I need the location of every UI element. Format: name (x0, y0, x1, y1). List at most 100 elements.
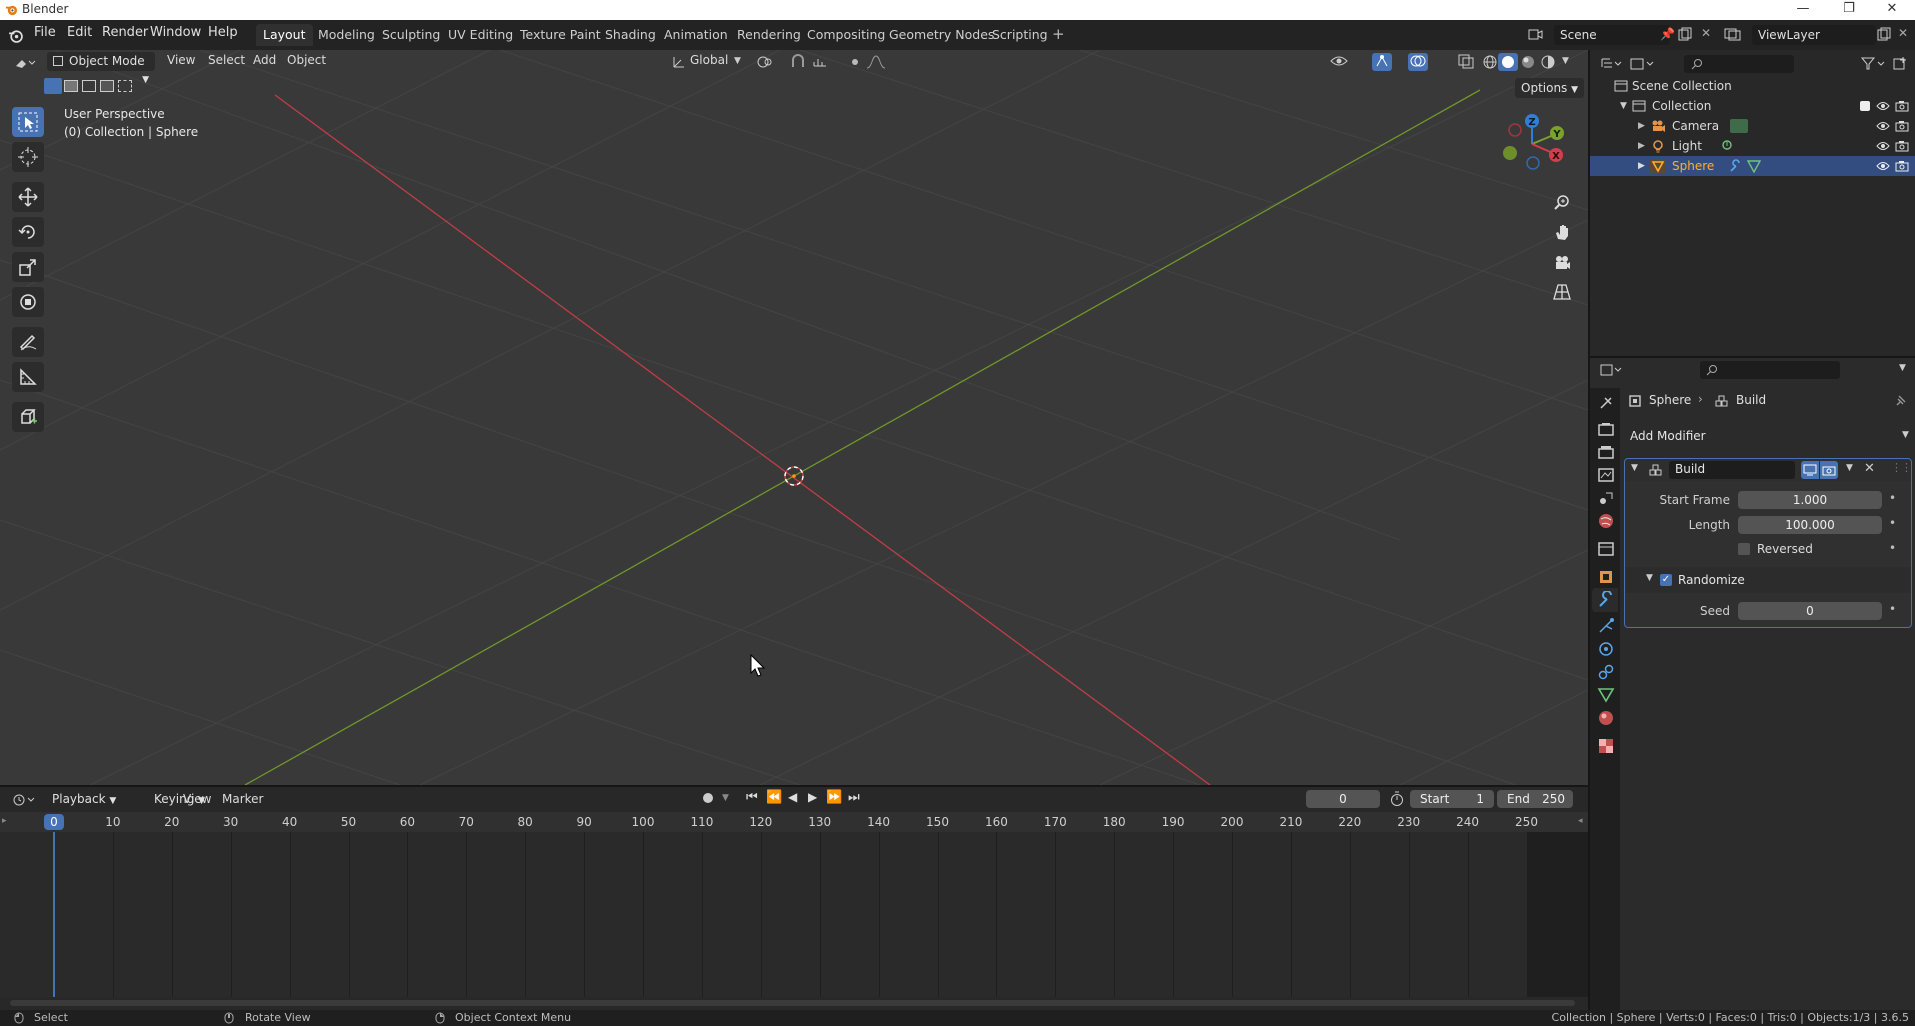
zoom-icon[interactable] (1550, 191, 1574, 215)
keyframe-dot-icon[interactable]: • (1889, 491, 1896, 505)
scene-icon[interactable] (1528, 27, 1544, 42)
timeline-editor-type-icon[interactable] (12, 793, 36, 807)
start-frame-range-field[interactable]: Start 1 (1410, 790, 1494, 808)
close-icon[interactable]: ✕ (1869, 0, 1915, 20)
add-workspace-icon[interactable]: + (1052, 25, 1065, 43)
camera-render-icon[interactable] (1895, 100, 1909, 112)
tab-uv-editing[interactable]: UV Editing (441, 24, 520, 46)
start-frame-field[interactable]: 1.000 (1738, 491, 1882, 509)
tab-animation[interactable]: Animation (657, 24, 735, 46)
expand-icon[interactable]: ▶ (1638, 136, 1645, 156)
tab-modeling[interactable]: Modeling (311, 24, 382, 46)
view-layer-icon[interactable] (1724, 27, 1742, 41)
length-field[interactable]: 100.000 (1738, 516, 1882, 534)
transform-tool[interactable] (12, 287, 44, 317)
annotate-tool[interactable] (12, 327, 44, 357)
delete-scene-icon[interactable]: ✕ (1701, 26, 1711, 40)
expand-icon[interactable]: ▶ (1638, 116, 1645, 136)
add-cube-tool[interactable] (12, 402, 44, 432)
drag-handle-icon[interactable]: ⋮⋮ (1891, 461, 1912, 474)
outliner-row-collection[interactable]: ▼ Collection (1590, 96, 1915, 116)
mesh-data-icon[interactable] (1747, 159, 1761, 173)
seed-field[interactable]: 0 (1738, 602, 1882, 620)
tool-tab-icon[interactable] (1597, 394, 1615, 412)
3d-viewport[interactable]: Object Mode ▼ View Select Add Object Glob… (0, 50, 1588, 785)
modifier-name-field[interactable]: Build (1669, 461, 1795, 479)
outliner-row-sphere[interactable]: ▶ Sphere (1590, 156, 1915, 176)
keyframe-dot-icon[interactable]: • (1889, 516, 1896, 530)
tab-compositing[interactable]: Compositing (800, 24, 892, 46)
data-tab-icon[interactable] (1597, 686, 1615, 704)
select-intersect-icon[interactable] (118, 80, 132, 92)
randomize-checkbox[interactable]: ✓ (1660, 574, 1672, 586)
menu-file[interactable]: File (34, 25, 56, 40)
auto-keying-icon[interactable] (703, 793, 713, 803)
camera-view-icon[interactable] (1550, 251, 1574, 275)
navigation-gizmo[interactable]: Z Y X (1490, 110, 1570, 178)
outliner-row-camera[interactable]: ▶ Camera (1590, 116, 1915, 136)
minimize-icon[interactable]: — (1780, 0, 1826, 20)
playback-dropdown[interactable]: Playback ▼ (46, 790, 122, 809)
menu-object[interactable]: Object (287, 53, 326, 67)
light-data-icon[interactable] (1720, 139, 1734, 153)
keyframe-dot-icon[interactable]: • (1889, 541, 1896, 555)
tab-geometry-nodes[interactable]: Geometry Nodes (882, 24, 1001, 46)
texture-tab-icon[interactable] (1597, 737, 1615, 755)
subpanel-collapse-icon[interactable]: ▼ (1646, 573, 1653, 583)
eye-icon[interactable] (1876, 120, 1890, 132)
particles-tab-icon[interactable] (1597, 617, 1615, 635)
transform-orientation-dropdown[interactable]: Global (690, 53, 728, 67)
properties-search-input[interactable] (1700, 361, 1840, 379)
mode-dropdown[interactable]: Object Mode ▼ (47, 52, 155, 85)
scale-tool[interactable] (12, 252, 44, 282)
menu-window[interactable]: Window (150, 25, 201, 40)
prev-keyframe-icon[interactable]: ⏪ (766, 790, 782, 805)
pin-icon[interactable] (1894, 394, 1908, 408)
collection-tab-icon[interactable] (1597, 540, 1615, 558)
menu-render[interactable]: Render (102, 25, 148, 40)
modifier-tab-icon[interactable] (1597, 591, 1615, 609)
camera-render-icon[interactable] (1895, 120, 1909, 132)
menu-add[interactable]: Add (253, 53, 276, 67)
snap-target-icon[interactable] (812, 54, 830, 69)
modifier-wrench-icon[interactable] (1728, 159, 1742, 173)
cursor-tool[interactable] (12, 142, 44, 172)
dopesheet-area[interactable] (0, 832, 1588, 997)
rotate-tool[interactable] (12, 217, 44, 247)
perspective-toggle-icon[interactable] (1550, 280, 1574, 304)
jump-start-icon[interactable]: ⏮ (746, 790, 758, 805)
timeline-menu-view[interactable]: View (183, 792, 211, 806)
select-box-tool[interactable] (12, 107, 44, 137)
randomize-subpanel-header[interactable]: ▼ ✓ Randomize (1626, 567, 1911, 593)
material-shading-icon[interactable] (1520, 54, 1536, 70)
view-layer-field[interactable]: ViewLayer (1752, 25, 1876, 45)
filter-icon[interactable] (1861, 56, 1887, 71)
restore-icon[interactable]: ❐ (1826, 0, 1872, 20)
collapse-icon[interactable]: ▼ (1620, 96, 1627, 116)
jump-end-icon[interactable]: ⏭ (848, 790, 860, 805)
eye-icon[interactable] (1876, 160, 1890, 172)
select-new-icon[interactable] (44, 78, 62, 94)
falloff-icon[interactable] (866, 55, 890, 69)
play-icon[interactable]: ▶ (808, 790, 817, 804)
modifier-collapse-icon[interactable]: ▼ (1631, 463, 1638, 473)
playhead-frame[interactable]: 0 (44, 814, 64, 830)
view-layer-tab-icon[interactable] (1597, 466, 1615, 484)
object-tab-icon[interactable] (1597, 568, 1615, 586)
menu-edit[interactable]: Edit (67, 25, 92, 40)
timeline-menu-marker[interactable]: Marker (222, 792, 263, 806)
constraints-tab-icon[interactable] (1597, 663, 1615, 681)
tab-scripting[interactable]: Scripting (985, 24, 1055, 46)
select-extend-icon[interactable] (64, 80, 78, 92)
pan-hand-icon[interactable] (1550, 221, 1574, 245)
remove-modifier-icon[interactable]: ✕ (1864, 461, 1875, 476)
tab-sculpting[interactable]: Sculpting (375, 24, 447, 46)
snap-icon[interactable] (790, 54, 806, 69)
menu-select[interactable]: Select (208, 53, 245, 67)
keying-options-chevron-icon[interactable]: ▼ (722, 793, 729, 803)
measure-tool[interactable] (12, 362, 44, 392)
keyframe-dot-icon[interactable]: • (1889, 602, 1896, 616)
properties-editor-type-icon[interactable] (1600, 363, 1622, 377)
properties-options-chevron-icon[interactable]: ▼ (1899, 363, 1906, 373)
tab-layout[interactable]: Layout (256, 24, 313, 46)
